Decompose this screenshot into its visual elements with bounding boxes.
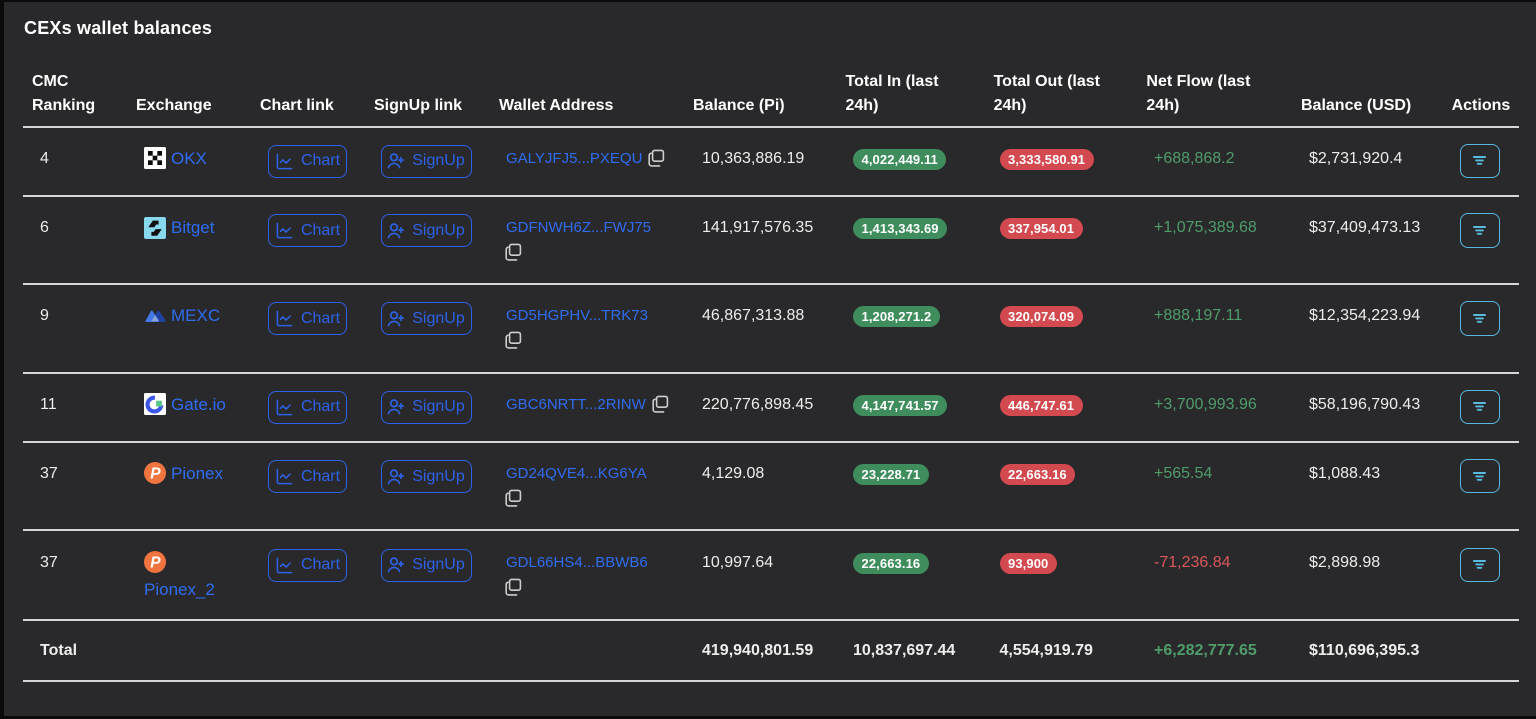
svg-text:P: P <box>150 554 161 571</box>
svg-text:P: P <box>150 466 161 483</box>
